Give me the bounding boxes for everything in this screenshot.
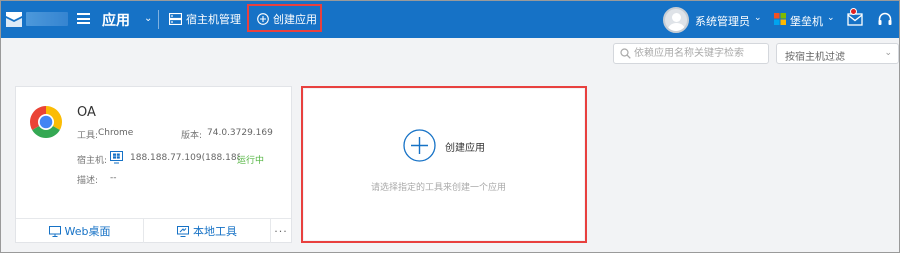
brand-logo	[26, 12, 68, 26]
headset-icon[interactable]	[877, 11, 893, 27]
avatar[interactable]	[663, 7, 689, 33]
desc-label: 描述:	[77, 176, 99, 186]
app-card[interactable]: OA 工具: Chrome 版本: 74.0.3729.169 宿主机: 188…	[15, 86, 292, 243]
search-icon	[620, 48, 631, 59]
web-desktop-button[interactable]: Web桌面	[16, 219, 144, 243]
create-app-label[interactable]: 创建应用	[445, 139, 485, 154]
user-name[interactable]: 系统管理员	[695, 13, 750, 29]
chevron-down-icon[interactable]: ⌄	[754, 13, 762, 23]
host-manage-icon	[169, 13, 182, 25]
nav-host-manage[interactable]: 宿主机管理	[169, 11, 241, 27]
host-filter-value: 按宿主机过滤	[785, 52, 845, 63]
chevron-down-icon[interactable]: ⌄	[144, 13, 152, 24]
version-value: 74.0.3729.169	[207, 128, 273, 138]
chrome-icon	[29, 106, 63, 139]
version-label: 版本:	[181, 131, 203, 141]
local-tool-label: 本地工具	[193, 225, 237, 238]
more-button[interactable]: ···	[271, 219, 291, 243]
top-navigation-bar: 应用 ⌄ 宿主机管理 创建应用 系统管理员 ⌄ 堡垒机 ⌄	[1, 1, 899, 38]
notification-badge	[850, 8, 857, 15]
chevron-down-icon: ⌄	[884, 48, 892, 58]
local-tool-button[interactable]: 本地工具	[144, 219, 271, 243]
search-input[interactable]	[634, 45, 766, 62]
nav-host-manage-label: 宿主机管理	[186, 13, 241, 26]
local-tool-icon	[177, 225, 189, 237]
logo-icon	[6, 12, 22, 27]
app-window: 应用 ⌄ 宿主机管理 创建应用 系统管理员 ⌄ 堡垒机 ⌄ 依赖应用名称关键字检…	[0, 0, 900, 253]
highlight-box	[247, 4, 322, 32]
app-module-title[interactable]: 应用	[102, 10, 130, 30]
chevron-down-icon[interactable]: ⌄	[827, 13, 835, 23]
add-circle-icon[interactable]	[403, 129, 436, 162]
tool-label: 工具:	[77, 131, 99, 141]
divider	[158, 10, 159, 29]
web-desktop-label: Web桌面	[64, 225, 111, 238]
fortress-selector[interactable]: 堡垒机	[790, 13, 823, 29]
status-badge: 运行中	[237, 156, 265, 166]
windows-host-icon	[110, 151, 123, 164]
host-filter-select[interactable]: 按宿主机过滤 ⌄	[776, 43, 899, 64]
search-field[interactable]	[613, 43, 769, 64]
monitor-icon	[48, 225, 61, 237]
create-app-hint: 请选择指定的工具来创建一个应用	[371, 183, 507, 193]
app-name: OA	[77, 105, 96, 120]
host-value: 188.188.77.109(188.188.	[130, 153, 240, 163]
fortress-icon	[774, 13, 786, 25]
desc-value: --	[110, 173, 117, 183]
menu-icon[interactable]	[77, 13, 90, 24]
tool-value: Chrome	[98, 128, 134, 138]
highlight-box	[301, 86, 587, 243]
app-card-footer: Web桌面 本地工具 ···	[16, 218, 291, 243]
host-label: 宿主机:	[77, 156, 108, 166]
